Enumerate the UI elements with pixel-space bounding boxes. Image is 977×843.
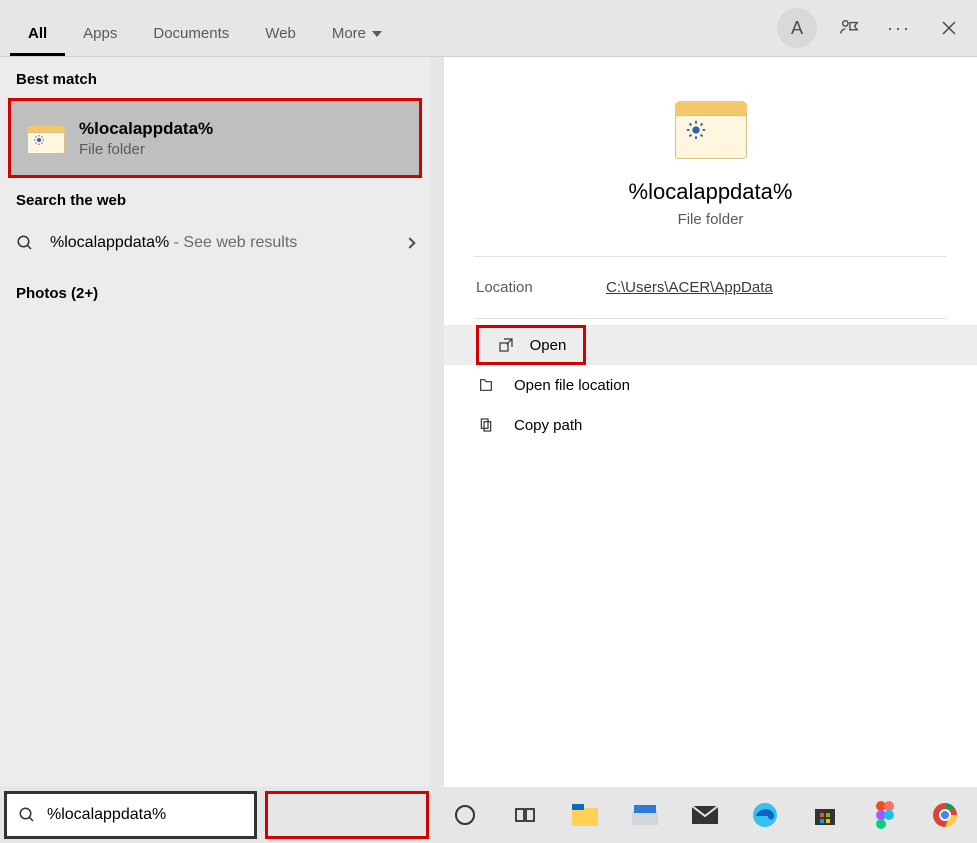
action-open[interactable]: Open (476, 325, 586, 365)
file-explorer-icon[interactable] (569, 799, 601, 831)
close-icon[interactable] (931, 10, 967, 46)
cortana-icon[interactable] (449, 799, 481, 831)
web-query: %localappdata% (50, 234, 169, 251)
best-match-heading: Best match (0, 57, 430, 98)
user-avatar[interactable]: A (777, 8, 817, 48)
web-suffix: - See web results (169, 234, 297, 251)
best-match-title: %localappdata% (79, 119, 213, 139)
top-tab-bar: All Apps Documents Web More A ··· (0, 0, 977, 56)
location-label: Location (476, 279, 606, 296)
store-icon[interactable] (809, 799, 841, 831)
taskbar (433, 787, 977, 843)
chrome-icon[interactable] (929, 799, 961, 831)
tab-label: More (332, 25, 366, 42)
location-folder-icon (476, 377, 496, 393)
tab-more[interactable]: More (314, 9, 400, 56)
action-label: Open (530, 337, 567, 354)
action-open-file-location[interactable]: Open file location (444, 365, 977, 405)
preview-subtitle: File folder (678, 211, 744, 228)
bottom-bar (0, 787, 977, 843)
web-result-text: %localappdata% - See web results (50, 234, 406, 252)
divider (474, 318, 947, 319)
location-path-link[interactable]: C:\Users\ACER\AppData (606, 279, 773, 296)
open-icon (496, 337, 516, 353)
tab-label: Documents (153, 25, 229, 42)
tab-apps[interactable]: Apps (65, 9, 135, 56)
copy-icon (476, 417, 496, 433)
search-box[interactable] (4, 791, 257, 839)
options-icon[interactable]: ··· (881, 10, 917, 46)
folder-icon (27, 122, 65, 154)
search-input[interactable] (47, 806, 254, 824)
chevron-right-icon (404, 237, 415, 248)
avatar-initial: A (791, 18, 803, 39)
filter-tabs: All Apps Documents Web More (10, 0, 400, 56)
preview-pane: %localappdata% File folder Location C:\U… (444, 57, 977, 787)
tab-label: Web (265, 25, 296, 42)
folder-icon (675, 95, 747, 159)
tab-all[interactable]: All (10, 9, 65, 56)
location-row: Location C:\Users\ACER\AppData (444, 257, 977, 318)
search-icon (7, 806, 47, 824)
preview-title: %localappdata% (629, 179, 793, 205)
tab-web[interactable]: Web (247, 9, 314, 56)
best-match-subtitle: File folder (79, 141, 213, 158)
best-match-result[interactable]: %localappdata% File folder (8, 98, 422, 178)
figma-icon[interactable] (869, 799, 901, 831)
task-view-icon[interactable] (509, 799, 541, 831)
tab-label: Apps (83, 25, 117, 42)
best-match-text: %localappdata% File folder (79, 119, 213, 158)
photos-heading[interactable]: Photos (2+) (0, 267, 430, 320)
top-right-controls: A ··· (777, 8, 967, 48)
search-web-heading: Search the web (0, 178, 430, 219)
action-label: Open file location (514, 377, 630, 394)
results-list-pane: Best match %localappdata% File folder Se… (0, 57, 430, 787)
tab-label: All (28, 25, 47, 42)
chevron-down-icon (372, 31, 382, 37)
action-list: Open Open file location Copy path (444, 325, 977, 445)
results-body: Best match %localappdata% File folder Se… (0, 56, 977, 787)
web-search-result[interactable]: %localappdata% - See web results (0, 219, 430, 267)
mail-icon[interactable] (689, 799, 721, 831)
preview-header: %localappdata% File folder (444, 57, 977, 256)
action-copy-path[interactable]: Copy path (444, 405, 977, 445)
list-spacer (0, 320, 430, 787)
action-label: Copy path (514, 417, 582, 434)
search-value-highlight (265, 791, 429, 839)
ellipsis-icon: ··· (887, 18, 911, 39)
pane-divider (430, 57, 444, 787)
edge-icon[interactable] (749, 799, 781, 831)
search-icon (16, 234, 34, 252)
feedback-icon[interactable] (831, 10, 867, 46)
keyboard-icon[interactable] (629, 799, 661, 831)
tab-documents[interactable]: Documents (135, 9, 247, 56)
